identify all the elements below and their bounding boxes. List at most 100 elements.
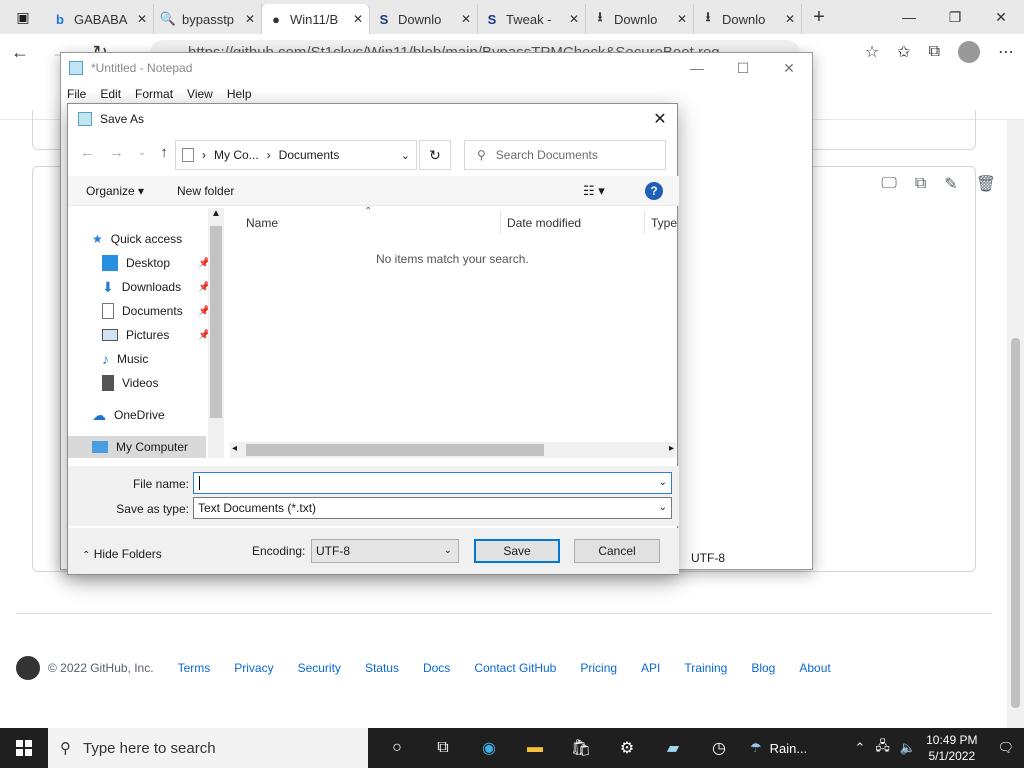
new-tab-button[interactable]: + [802, 6, 836, 29]
favorite-star-icon[interactable]: ☆ [865, 42, 879, 62]
task-view-icon[interactable]: ⧉ [420, 739, 466, 757]
taskbar-search-input[interactable]: ⚲ Type here to search [48, 728, 368, 768]
browser-tab[interactable]: ⭳ Downlo ✕ [586, 4, 694, 34]
chevron-left-icon[interactable]: ◂ [232, 443, 237, 454]
nav-item-downloads[interactable]: ⬇ Downloads 📌 [102, 276, 210, 298]
column-header-date[interactable]: Date modified [507, 216, 581, 230]
nav-item-videos[interactable]: Videos [102, 372, 158, 394]
chevron-down-icon[interactable]: ⌄ [659, 473, 667, 493]
notepad-scrollbar[interactable] [796, 105, 810, 535]
menu-edit[interactable]: Edit [100, 87, 121, 101]
more-icon[interactable]: ⋯ [998, 42, 1014, 62]
menu-help[interactable]: Help [227, 87, 252, 101]
notifications-icon[interactable]: 🗨 [997, 740, 1014, 756]
favorites-icon[interactable]: ✩ [897, 42, 910, 62]
close-icon[interactable]: ✕ [677, 12, 687, 26]
chevron-up-icon[interactable]: ▲ [211, 208, 221, 219]
save-as-type-select[interactable]: Text Documents (*.txt) ⌄ [193, 497, 672, 519]
scrollbar-thumb[interactable] [246, 444, 544, 456]
new-folder-button[interactable]: New folder [177, 184, 234, 198]
file-name-input[interactable]: ⌄ [193, 472, 672, 494]
footer-link-terms[interactable]: Terms [178, 661, 211, 675]
menu-file[interactable]: File [67, 87, 86, 101]
store-icon[interactable]: 🛍 [558, 738, 604, 758]
browser-tab-active[interactable]: ● Win11/B ✕ [262, 4, 370, 34]
close-icon[interactable]: ✕ [353, 12, 363, 26]
footer-link-api[interactable]: API [641, 661, 660, 675]
browser-tab[interactable]: S Tweak - ✕ [478, 4, 586, 34]
menu-format[interactable]: Format [135, 87, 173, 101]
hide-folders-button[interactable]: ⌃ Hide Folders [82, 547, 162, 561]
copy-icon[interactable]: ⧉ [915, 175, 926, 193]
browser-tab[interactable]: S Downlo ✕ [370, 4, 478, 34]
save-button[interactable]: Save [474, 539, 560, 563]
clock[interactable]: 10:49 PM 5/1/2022 [926, 732, 977, 764]
edge-icon[interactable]: ◉ [466, 738, 512, 758]
breadcrumb-item[interactable]: My Co... [214, 148, 259, 162]
cancel-button[interactable]: Cancel [574, 539, 660, 563]
footer-link-pricing[interactable]: Pricing [580, 661, 617, 675]
avatar[interactable] [958, 41, 980, 63]
footer-link-blog[interactable]: Blog [751, 661, 775, 675]
help-icon[interactable]: ? [645, 182, 663, 200]
nav-item-onedrive[interactable]: ☁ OneDrive [92, 404, 165, 426]
minimize-icon[interactable]: — [886, 9, 932, 26]
close-icon[interactable]: ✕ [245, 12, 255, 26]
maximize-icon[interactable]: ☐ [720, 60, 766, 77]
scrollbar-thumb[interactable] [1011, 338, 1020, 708]
close-icon[interactable]: ✕ [137, 12, 147, 26]
nav-item-my-computer[interactable]: My Computer [68, 436, 206, 458]
close-icon[interactable]: ✕ [978, 9, 1024, 26]
column-header-name[interactable]: Name [246, 216, 278, 230]
weather-widget[interactable]: ☂ Rain... [750, 740, 807, 756]
page-scrollbar[interactable] [1007, 120, 1024, 728]
nav-item-pictures[interactable]: Pictures 📌 [102, 324, 210, 346]
browser-tab[interactable]: b GABABA ✕ [46, 4, 154, 34]
close-icon[interactable]: ✕ [461, 12, 471, 26]
footer-link-privacy[interactable]: Privacy [234, 661, 273, 675]
close-icon[interactable]: ✕ [569, 12, 579, 26]
desktop-icon[interactable]: 🖵 [881, 175, 896, 193]
tab-actions-icon[interactable]: ▣ [0, 0, 46, 34]
back-arrow-icon[interactable]: ← [0, 42, 40, 63]
menu-view[interactable]: View [187, 87, 213, 101]
settings-gear-icon[interactable]: ⚙ [604, 738, 650, 758]
refresh-button[interactable]: ↻ [419, 140, 451, 170]
chevron-down-icon[interactable]: ⌄ [659, 498, 667, 518]
forward-arrow-icon[interactable]: → [109, 144, 124, 162]
back-arrow-icon[interactable]: ← [80, 144, 95, 162]
breadcrumb-item[interactable]: Documents [279, 148, 340, 162]
footer-link-docs[interactable]: Docs [423, 661, 450, 675]
restore-icon[interactable]: ❐ [932, 9, 978, 26]
file-explorer-icon[interactable]: ▬ [512, 739, 558, 757]
encoding-select[interactable]: UTF-8 ⌄ [311, 539, 459, 563]
start-button[interactable] [0, 728, 48, 768]
column-divider[interactable] [500, 210, 501, 234]
collections-icon[interactable]: ⧉ [929, 43, 940, 61]
cortana-icon[interactable]: ○ [374, 739, 420, 757]
nav-scrollbar[interactable]: ▲ [208, 208, 224, 458]
delete-icon[interactable]: 🗑 [976, 174, 996, 194]
network-icon[interactable]: 🖧 [875, 737, 890, 759]
chevron-down-icon[interactable]: ⌄ [138, 144, 146, 162]
volume-icon[interactable]: 🔈 [900, 740, 916, 756]
breadcrumb[interactable]: › My Co... › Documents ⌄ [175, 140, 417, 170]
organize-button[interactable]: Organize ▾ [86, 184, 144, 198]
column-header-type[interactable]: Type [651, 216, 677, 230]
chevron-down-icon[interactable]: ⌄ [444, 540, 452, 562]
column-divider[interactable] [644, 210, 645, 234]
nav-item-documents[interactable]: Documents 📌 [102, 300, 210, 322]
chevron-down-icon[interactable]: ⌄ [401, 149, 410, 162]
up-arrow-icon[interactable]: ↑ [160, 144, 168, 162]
browser-tab[interactable]: 🔍 bypasstp ✕ [154, 4, 262, 34]
close-icon[interactable]: ✕ [766, 60, 812, 77]
view-options-icon[interactable]: ☷ ▾ [583, 183, 605, 199]
footer-link-status[interactable]: Status [365, 661, 399, 675]
nav-item-desktop[interactable]: Desktop 📌 [102, 252, 210, 274]
chevron-up-icon[interactable]: ⌃ [855, 740, 866, 756]
close-icon[interactable]: ✕ [785, 12, 795, 26]
notepad-icon[interactable]: ▰ [650, 738, 696, 758]
nav-item-music[interactable]: ♪ Music [102, 348, 148, 370]
search-input[interactable]: ⚲ Search Documents [464, 140, 666, 170]
footer-link-security[interactable]: Security [298, 661, 341, 675]
